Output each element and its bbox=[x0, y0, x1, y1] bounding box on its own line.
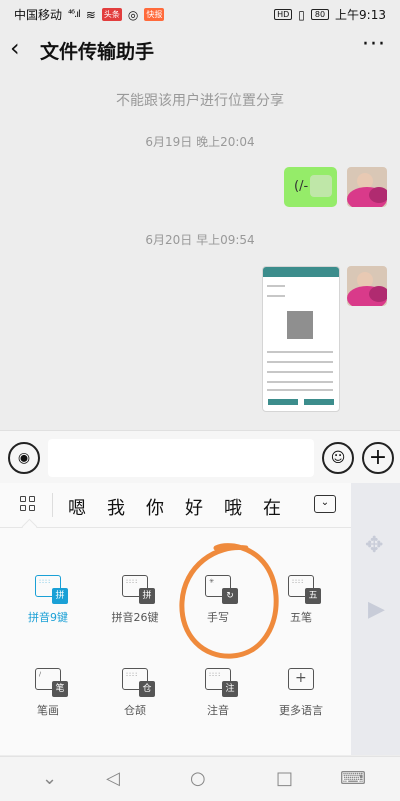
keyboard-option-label: 拼音9键 bbox=[28, 611, 68, 624]
emoji-icon[interactable]: ☺ bbox=[322, 442, 354, 474]
home-icon[interactable]: ○ bbox=[190, 768, 206, 789]
keyboard-pinyin9-button[interactable]: :::: 拼 拼音9键 bbox=[5, 575, 91, 625]
blurred-qr-code bbox=[287, 311, 313, 339]
candidate-word[interactable]: 在 bbox=[263, 494, 281, 520]
voice-icon[interactable]: ◉ bbox=[8, 442, 40, 474]
keyboard-option-label: 拼音26键 bbox=[111, 611, 159, 624]
carrier-label: 中国移动 bbox=[14, 8, 63, 22]
candidate-word[interactable]: 你 bbox=[146, 494, 164, 520]
image-line bbox=[267, 371, 333, 373]
title-bar: ‹ 文件传输助手 ··· bbox=[0, 28, 400, 74]
navigation-bar: ⌄ ◁ ○ □ ⌨ bbox=[0, 756, 400, 801]
image-line bbox=[267, 351, 333, 353]
annotation-circle bbox=[179, 543, 279, 659]
keyboard-zhuyin-button[interactable]: :::: 注 注音 bbox=[175, 668, 261, 718]
message-input[interactable] bbox=[48, 439, 314, 477]
image-button bbox=[304, 399, 334, 405]
keyboard-icon: :::: 五 bbox=[288, 575, 321, 604]
battery-icon: 80 bbox=[310, 9, 330, 20]
keyboard-more-languages-button[interactable]: + 更多语言 bbox=[258, 668, 344, 718]
back-icon[interactable]: ‹ bbox=[10, 34, 20, 62]
keyboard-pinyin26-button[interactable]: :::: 拼 拼音26键 bbox=[92, 575, 178, 625]
input-bar: ◉ ☺ + bbox=[0, 430, 400, 483]
candidate-word[interactable]: 好 bbox=[185, 494, 203, 520]
keyboard-icon: :::: 仓 bbox=[122, 668, 155, 697]
page-title: 文件传输助手 bbox=[40, 41, 155, 63]
image-line bbox=[267, 295, 285, 297]
keyboard-panel: 嗯 我 你 好 哦 在 ⌄ :::: 拼 拼音9键 :::: 拼 拼音26键 ✳ ↻ … bbox=[0, 483, 351, 755]
notification-badge-toutiao: 头条 bbox=[101, 8, 122, 21]
avatar[interactable] bbox=[347, 266, 387, 306]
back-nav-icon[interactable]: ◁ bbox=[106, 768, 120, 789]
keyboard-switch-icon[interactable]: ⌨ bbox=[340, 768, 366, 789]
system-notice: 不能跟该用户进行位置分享 bbox=[116, 93, 284, 109]
image-line bbox=[267, 389, 333, 391]
image-line bbox=[267, 381, 333, 383]
plus-icon[interactable]: + bbox=[362, 442, 394, 474]
candidate-word[interactable]: 我 bbox=[107, 494, 125, 520]
vibrate-icon: ▯ bbox=[298, 7, 305, 22]
hd-icon: HD bbox=[274, 9, 293, 20]
keyboard-side-panel: ✥ ▶ bbox=[351, 483, 400, 755]
keyboard-stroke-button[interactable]: ∕ 笔 笔画 bbox=[5, 668, 91, 718]
more-icon[interactable]: ··· bbox=[362, 32, 386, 57]
keyboard-icon: :::: 注 bbox=[205, 668, 238, 697]
blurred-content bbox=[310, 175, 332, 197]
keyboard-option-label: 仓颉 bbox=[124, 704, 146, 717]
clock-time: 上午9:13 bbox=[335, 8, 386, 22]
image-button bbox=[268, 399, 298, 405]
recents-icon[interactable]: □ bbox=[276, 768, 293, 789]
keyboard-option-label: 注音 bbox=[207, 704, 229, 717]
app-notification-icon: ◎ bbox=[127, 7, 139, 22]
grid-menu-icon[interactable] bbox=[20, 496, 38, 514]
candidate-word[interactable]: 哦 bbox=[224, 494, 242, 520]
status-right: HD ▯ 80 上午9:13 bbox=[274, 6, 386, 23]
collapse-keyboard-icon[interactable]: ⌄ bbox=[314, 495, 336, 513]
image-header-bar bbox=[263, 267, 339, 277]
timestamp: 6月19日 晚上20:04 bbox=[145, 135, 255, 149]
plus-icon: + bbox=[288, 668, 314, 690]
notification-badge-kuaibao: 快报 bbox=[144, 8, 165, 21]
image-line bbox=[267, 361, 333, 363]
keyboard-option-label: 笔画 bbox=[37, 704, 59, 717]
message-bubble[interactable]: (/- bbox=[284, 167, 337, 207]
wifi-icon: ≋ bbox=[85, 7, 96, 22]
image-message[interactable] bbox=[262, 266, 340, 412]
keyboard-icon: :::: 拼 bbox=[122, 575, 155, 604]
keyboard-cangjie-button[interactable]: :::: 仓 仓颉 bbox=[92, 668, 178, 718]
play-arrow-icon[interactable]: ▶ bbox=[368, 597, 385, 622]
timestamp: 6月20日 早上09:54 bbox=[145, 233, 255, 247]
status-bar: 中国移动 ⁴⁶.ıl ≋ 头条 ◎ 快报 HD ▯ 80 上午9:13 bbox=[0, 0, 400, 28]
keyboard-icon: :::: 拼 bbox=[35, 575, 68, 604]
hide-keyboard-icon[interactable]: ⌄ bbox=[42, 768, 57, 789]
avatar[interactable] bbox=[347, 167, 387, 207]
move-keyboard-icon[interactable]: ✥ bbox=[365, 533, 383, 558]
candidate-word[interactable]: 嗯 bbox=[68, 494, 86, 520]
keyboard-option-label: 更多语言 bbox=[279, 704, 323, 717]
image-line bbox=[267, 285, 285, 287]
signal-icon: ⁴⁶.ıl bbox=[68, 9, 81, 20]
message-text: (/- bbox=[294, 179, 309, 194]
status-left: 中国移动 ⁴⁶.ıl ≋ 头条 ◎ 快报 bbox=[14, 6, 165, 23]
divider bbox=[52, 493, 53, 517]
candidate-bar: 嗯 我 你 好 哦 在 ⌄ bbox=[0, 483, 351, 528]
stroke-icon: ∕ 笔 bbox=[35, 668, 68, 697]
